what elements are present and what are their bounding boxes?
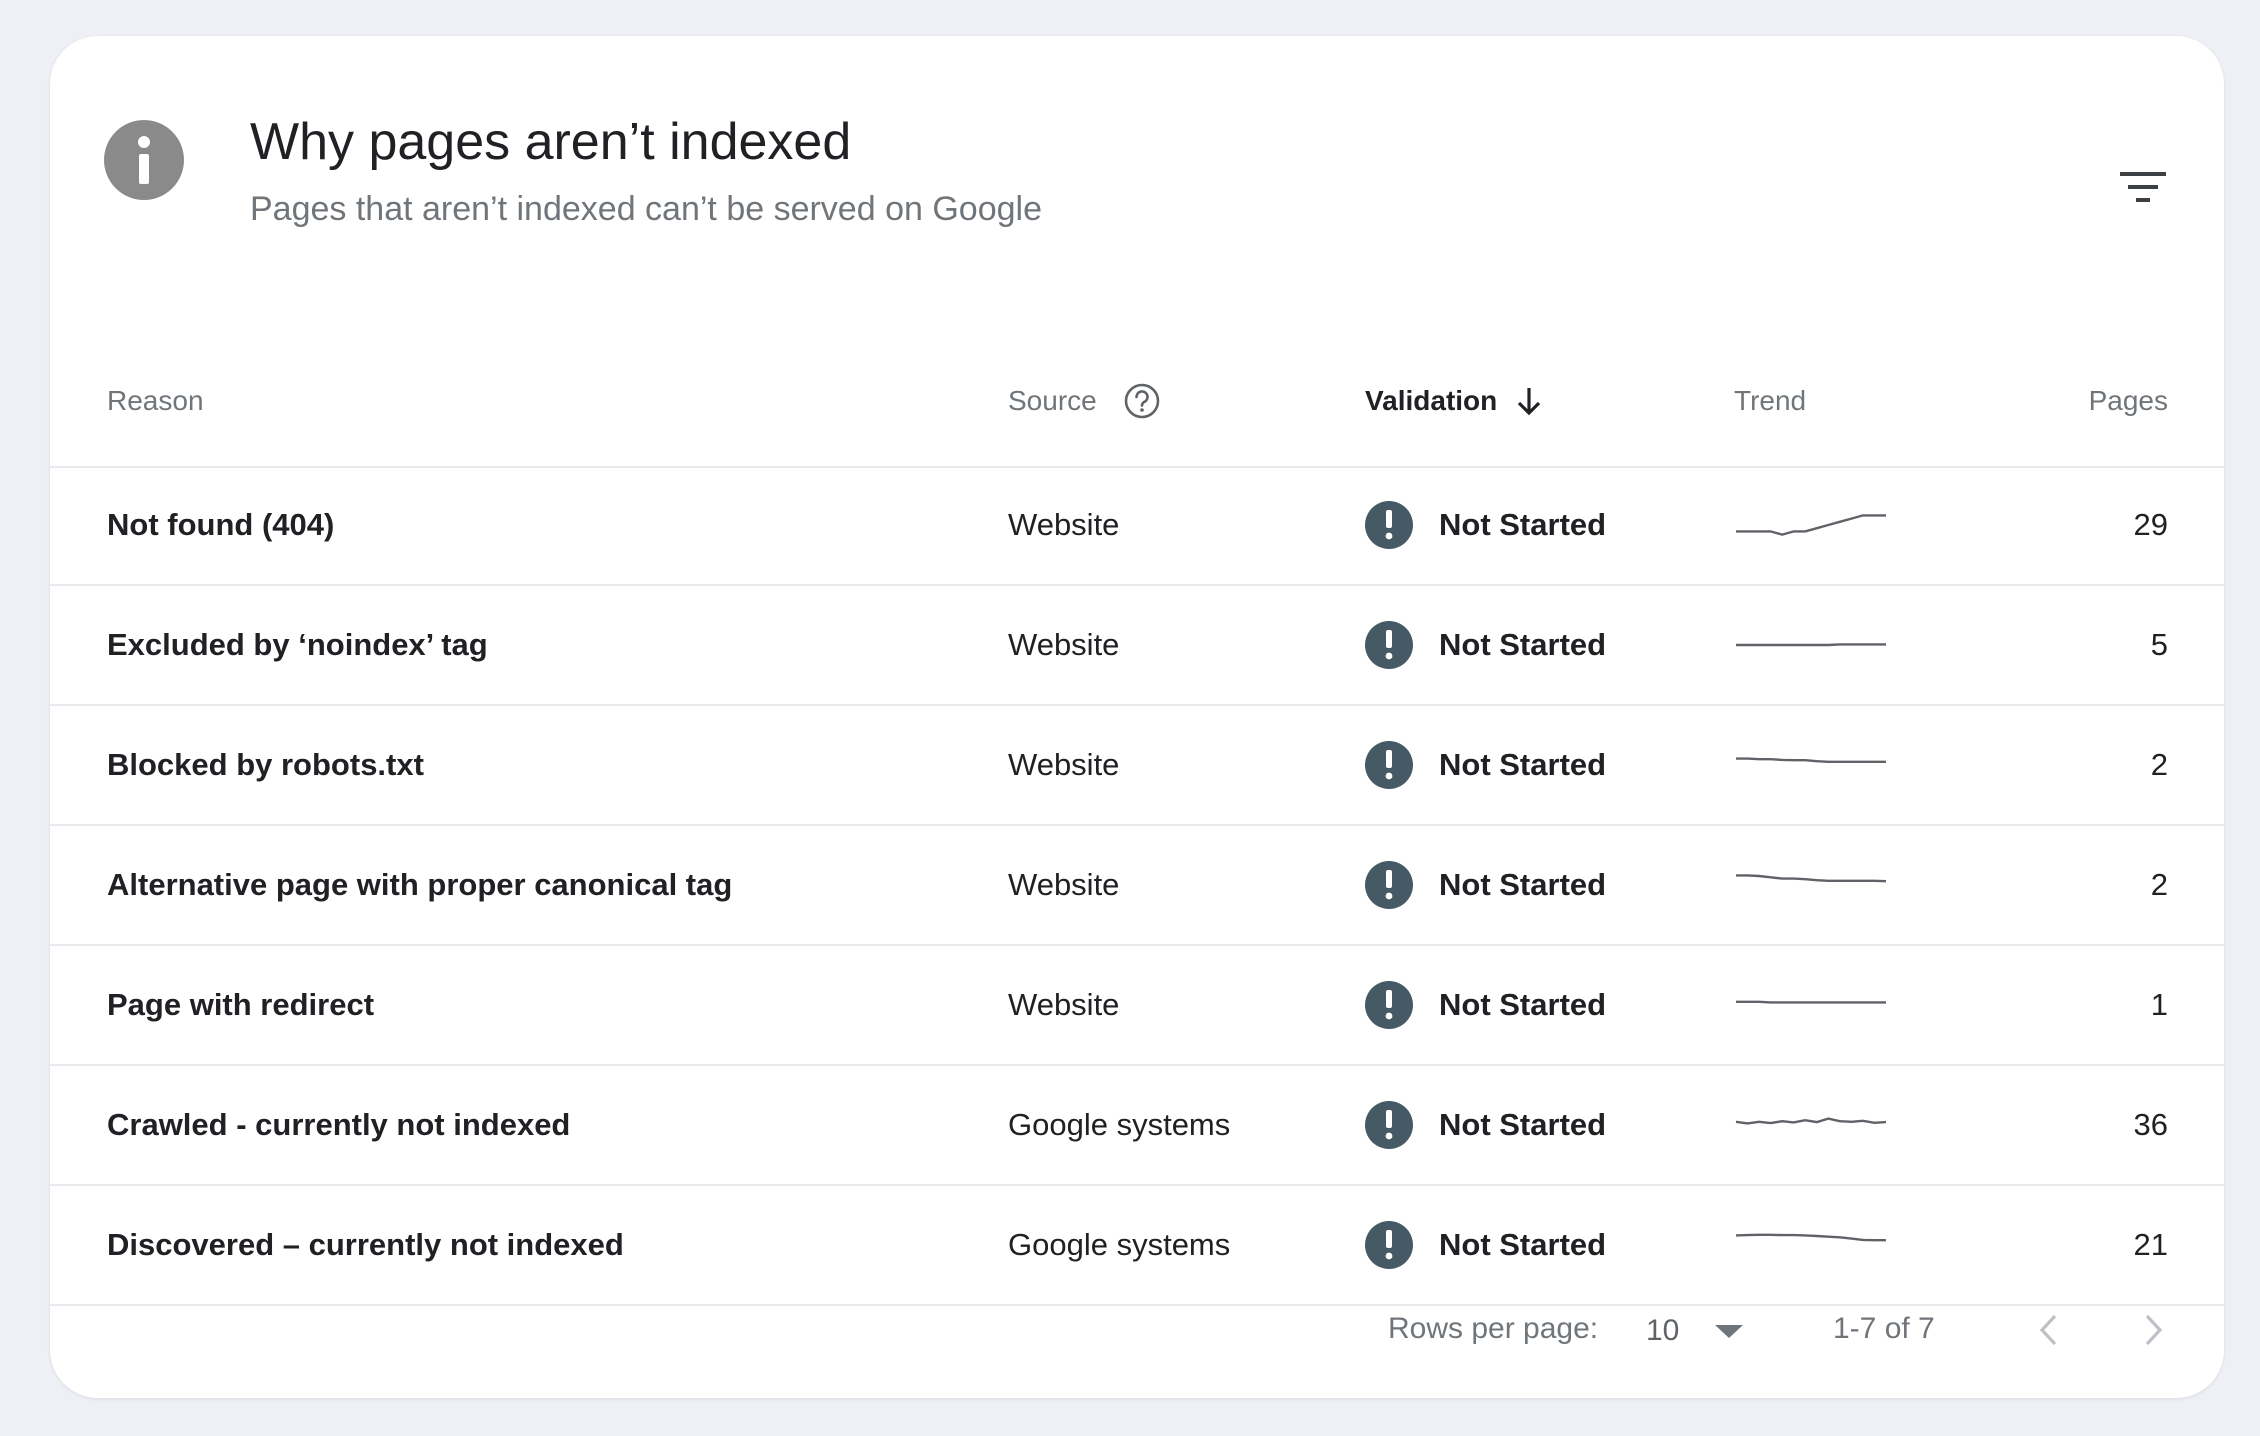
column-header-reason-label: Reason <box>107 385 204 416</box>
source-cell: Website <box>1008 987 1120 1022</box>
trend-sparkline <box>1735 1233 1886 1242</box>
column-header-reason[interactable]: Reason <box>107 356 204 446</box>
trend-sparkline <box>1736 1000 1886 1004</box>
pages-cell: 5 <box>2150 627 2168 662</box>
column-header-pages-label: Pages <box>2088 385 2168 416</box>
reason-cell: Excluded by ‘noindex’ tag <box>107 627 488 662</box>
trend-line <box>1736 874 1887 883</box>
trend-cell <box>1734 466 1888 584</box>
alert-icon <box>1365 861 1413 909</box>
validation-cell: Not Started <box>1365 466 1606 584</box>
trend-sparkline <box>1736 757 1886 763</box>
trend-cell <box>1734 826 1888 944</box>
info-icon <box>104 120 184 200</box>
table-row[interactable]: Page with redirect Website Not Started 1 <box>50 946 2224 1066</box>
trend-sparkline <box>1736 514 1886 536</box>
page-subtitle: Pages that aren’t indexed can’t be serve… <box>250 190 1042 228</box>
trend-sparkline <box>1735 1117 1887 1125</box>
source-cell: Website <box>1008 747 1120 782</box>
validation-cell: Not Started <box>1365 946 1606 1064</box>
help-icon[interactable] <box>1123 382 1161 420</box>
reason-cell: Alternative page with proper canonical t… <box>107 867 733 902</box>
rows-per-page-label: Rows per page: <box>1388 1312 1599 1345</box>
page-title: Why pages aren’t indexed <box>250 113 852 171</box>
pagination-range: 1-7 of 7 <box>1833 1312 1935 1345</box>
source-cell: Website <box>1008 627 1120 662</box>
pages-cell: 1 <box>2150 987 2168 1022</box>
reason-cell: Not found (404) <box>107 507 335 542</box>
validation-status: Not Started <box>1439 507 1607 542</box>
column-header-pages[interactable]: Pages <box>2089 356 2168 446</box>
reason-cell: Page with redirect <box>107 987 375 1022</box>
pages-cell: 36 <box>2133 1107 2168 1142</box>
trend-line <box>1736 1000 1886 1004</box>
validation-status: Not Started <box>1439 747 1607 782</box>
rows-per-page-select[interactable]: 10 <box>1646 1298 1744 1364</box>
index-report-card: Why pages aren’t indexed Pages that aren… <box>50 36 2224 1398</box>
source-cell: Website <box>1008 867 1120 902</box>
source-cell: Website <box>1008 507 1120 542</box>
chevron-right-icon <box>2143 1313 2165 1347</box>
pages-cell: 2 <box>2150 867 2168 902</box>
validation-cell: Not Started <box>1365 586 1606 704</box>
table-header: Reason Source Validation Trend Pages <box>50 356 2224 468</box>
filter-icon <box>2120 170 2166 204</box>
trend-line <box>1736 757 1886 763</box>
table-row[interactable]: Excluded by ‘noindex’ tag Website Not St… <box>50 586 2224 706</box>
alert-icon <box>1365 741 1413 789</box>
dropdown-arrow-icon <box>1715 1323 1744 1339</box>
table-row[interactable]: Crawled - currently not indexed Google s… <box>50 1066 2224 1186</box>
alert-icon <box>1365 981 1413 1029</box>
column-header-source[interactable]: Source <box>1008 356 1161 446</box>
pages-cell: 29 <box>2133 507 2168 542</box>
column-header-validation-label: Validation <box>1365 385 1498 416</box>
alert-icon <box>1365 501 1413 549</box>
filter-button[interactable] <box>2112 156 2174 218</box>
arrow-down-icon <box>1515 386 1543 416</box>
trend-sparkline <box>1736 874 1887 883</box>
trend-line <box>1735 1117 1887 1125</box>
column-header-trend: Trend <box>1734 356 1806 446</box>
alert-icon <box>1365 621 1413 669</box>
validation-status: Not Started <box>1439 1107 1607 1142</box>
trend-cell <box>1734 946 1888 1064</box>
validation-status: Not Started <box>1439 867 1607 902</box>
source-cell: Google systems <box>1008 1107 1231 1142</box>
validation-cell: Not Started <box>1365 826 1606 944</box>
table-row[interactable]: Alternative page with proper canonical t… <box>50 826 2224 946</box>
trend-line <box>1736 514 1886 536</box>
column-header-trend-label: Trend <box>1734 385 1807 416</box>
validation-status: Not Started <box>1439 627 1607 662</box>
chevron-left-icon <box>2037 1313 2059 1347</box>
alert-icon <box>1365 1101 1413 1149</box>
trend-sparkline <box>1736 643 1886 647</box>
validation-cell: Not Started <box>1365 706 1606 824</box>
column-header-source-label: Source <box>1008 385 1097 416</box>
alert-icon <box>1365 1221 1413 1269</box>
table-body: Not found (404) Website Not Started 29 E… <box>50 466 2224 1306</box>
rows-per-page-value: 10 <box>1646 1314 1680 1347</box>
validation-status: Not Started <box>1439 1227 1607 1262</box>
trend-line <box>1736 643 1886 647</box>
validation-status: Not Started <box>1439 987 1607 1022</box>
pagination-bar: Rows per page: 10 1-7 of 7 <box>50 1268 2224 1398</box>
previous-page-button[interactable] <box>2018 1300 2078 1360</box>
column-header-validation[interactable]: Validation <box>1365 356 1543 446</box>
validation-cell: Not Started <box>1365 1066 1606 1184</box>
next-page-button[interactable] <box>2124 1300 2184 1360</box>
trend-cell <box>1734 1066 1888 1184</box>
trend-cell <box>1734 586 1888 704</box>
table-row[interactable]: Not found (404) Website Not Started 29 <box>50 466 2224 586</box>
reason-cell: Blocked by robots.txt <box>107 747 424 782</box>
card-header: Why pages aren’t indexed Pages that aren… <box>50 36 2224 326</box>
reason-cell: Crawled - currently not indexed <box>107 1107 571 1142</box>
pages-cell: 2 <box>2150 747 2168 782</box>
trend-cell <box>1734 706 1888 824</box>
trend-line <box>1735 1233 1886 1242</box>
table-row[interactable]: Blocked by robots.txt Website Not Starte… <box>50 706 2224 826</box>
